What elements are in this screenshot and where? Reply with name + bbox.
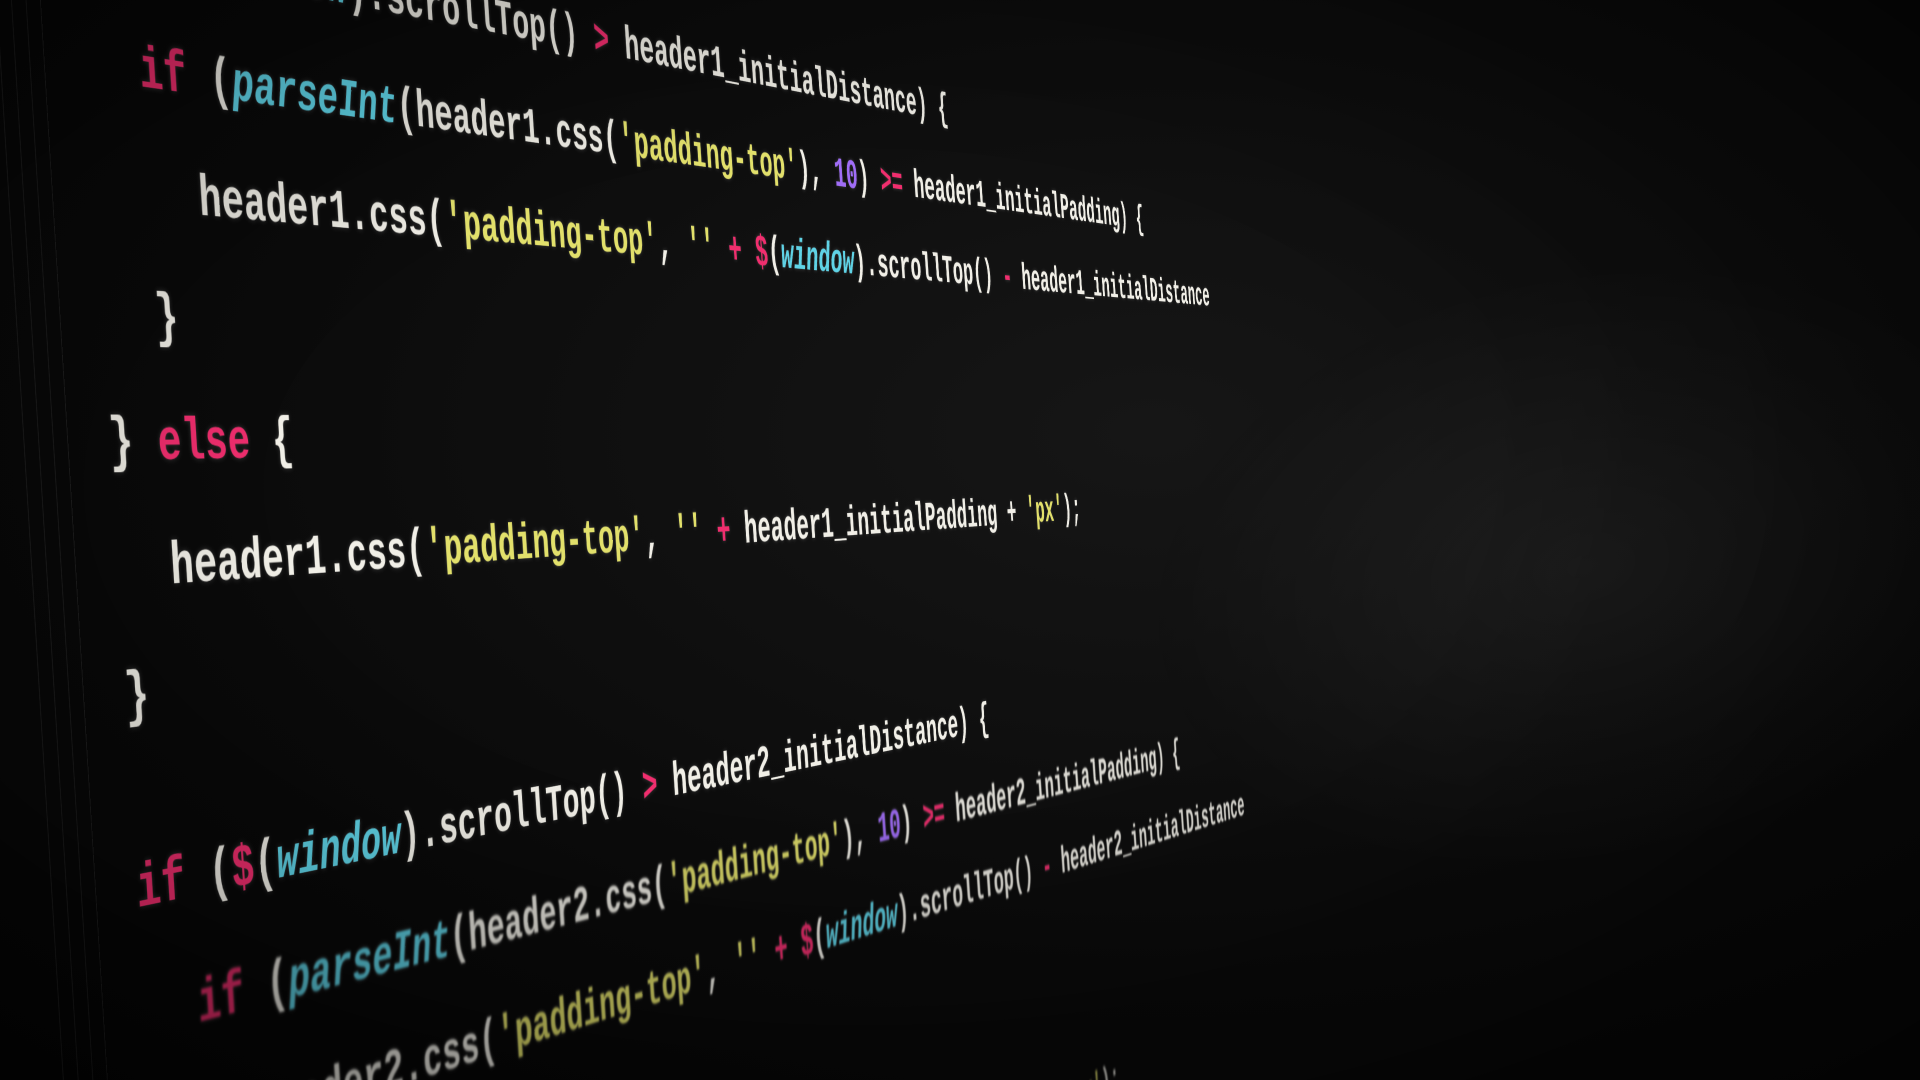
token-id: header1_initialPadding <box>743 494 999 557</box>
token-id: header1 <box>197 168 351 245</box>
token-str: 'padding-top' <box>423 512 646 582</box>
token-id: header2 <box>467 878 591 966</box>
token-str: 'padding-top' <box>496 949 708 1070</box>
token-pn: ). <box>345 0 388 28</box>
token-id: header1_initialDistance <box>623 20 918 127</box>
token-pn: , <box>656 219 688 273</box>
token-pn: ( <box>185 46 234 117</box>
token-kw: if <box>137 38 188 111</box>
token-id: header2_initialPadding <box>954 740 1158 834</box>
token-pn: ) { <box>1118 198 1145 240</box>
token-pn: ) { <box>1155 735 1181 780</box>
token-num: 10 <box>876 802 902 855</box>
token-str: 'padding-top' <box>617 116 799 193</box>
token-pn: () <box>1012 848 1044 900</box>
token-id: css <box>367 187 428 252</box>
token-op: >= <box>879 159 904 207</box>
token-pn: ), <box>796 146 836 199</box>
token-id: header1_initialDistance <box>1020 259 1211 316</box>
token-str: 'px' <box>1064 1066 1103 1080</box>
token-pn: ); <box>1062 490 1082 532</box>
code-line: } else { <box>0 413 1261 480</box>
token-pn: () <box>594 763 644 827</box>
token-id: scrollTop <box>437 772 597 861</box>
token-pn: ). <box>399 801 441 869</box>
token-pn: { <box>248 411 295 475</box>
token-op: >= <box>922 792 947 843</box>
token-id: scrollTop <box>876 243 975 297</box>
token-pn: } <box>123 663 152 734</box>
token-fn: window <box>218 0 349 21</box>
token-pn: ( <box>242 951 291 1028</box>
code-editor-view: header0_initialPadding + 'px'); if ($(wi… <box>0 0 1313 1080</box>
token-id: header2_initialDistance <box>671 704 960 810</box>
token-id: css <box>554 106 605 167</box>
token-id: scrollTop <box>918 857 1015 931</box>
token-id: header1 <box>168 528 328 603</box>
token-fn: window <box>275 808 403 896</box>
token-pn: , <box>643 510 676 565</box>
token-num: 10 <box>833 152 860 202</box>
token-fn: parseInt <box>230 53 399 139</box>
token-id: header1_initialPadding <box>912 164 1121 236</box>
token-fn: window <box>779 232 855 286</box>
token-fn: parseInt <box>287 912 452 1016</box>
token-id: css <box>604 863 654 929</box>
token-pn: () <box>972 253 1004 298</box>
token-pn: () <box>544 3 595 67</box>
token-pn: ), <box>841 808 880 865</box>
token-str: '' <box>685 222 716 275</box>
token-str: '' <box>732 932 763 992</box>
token-id: header2 <box>254 1039 405 1080</box>
token-id: css <box>421 1017 481 1080</box>
token-pn: ) { <box>915 83 949 133</box>
token-str: 'px' <box>1025 491 1065 535</box>
token-pn: ( <box>183 840 234 916</box>
token-pn: ). <box>896 885 922 938</box>
token-id: header1 <box>414 83 541 158</box>
token-kw: else <box>156 411 252 478</box>
token-fn: window <box>824 892 899 962</box>
token-id: css <box>345 524 408 589</box>
token-pn: ). <box>853 240 879 288</box>
token-pn: } <box>107 411 160 479</box>
token-pn: } <box>153 286 181 353</box>
token-kw: if <box>134 849 187 927</box>
token-pn: ) <box>899 797 924 849</box>
editor-photo-scene: header0_initialPadding + 'px'); if ($(wi… <box>0 0 1920 1080</box>
token-pn: + <box>996 493 1028 537</box>
token-str: '' <box>672 509 704 563</box>
token-kw: if <box>196 962 246 1040</box>
token-str: 'padding-top' <box>443 195 660 271</box>
token-pn: , <box>704 940 736 1001</box>
token-pn: ); <box>1100 1058 1120 1080</box>
token-pn: ) { <box>957 698 991 748</box>
token-str: 'padding-top' <box>665 817 843 913</box>
token-pn: ) <box>856 155 882 204</box>
token-id: scrollTop <box>384 0 547 58</box>
